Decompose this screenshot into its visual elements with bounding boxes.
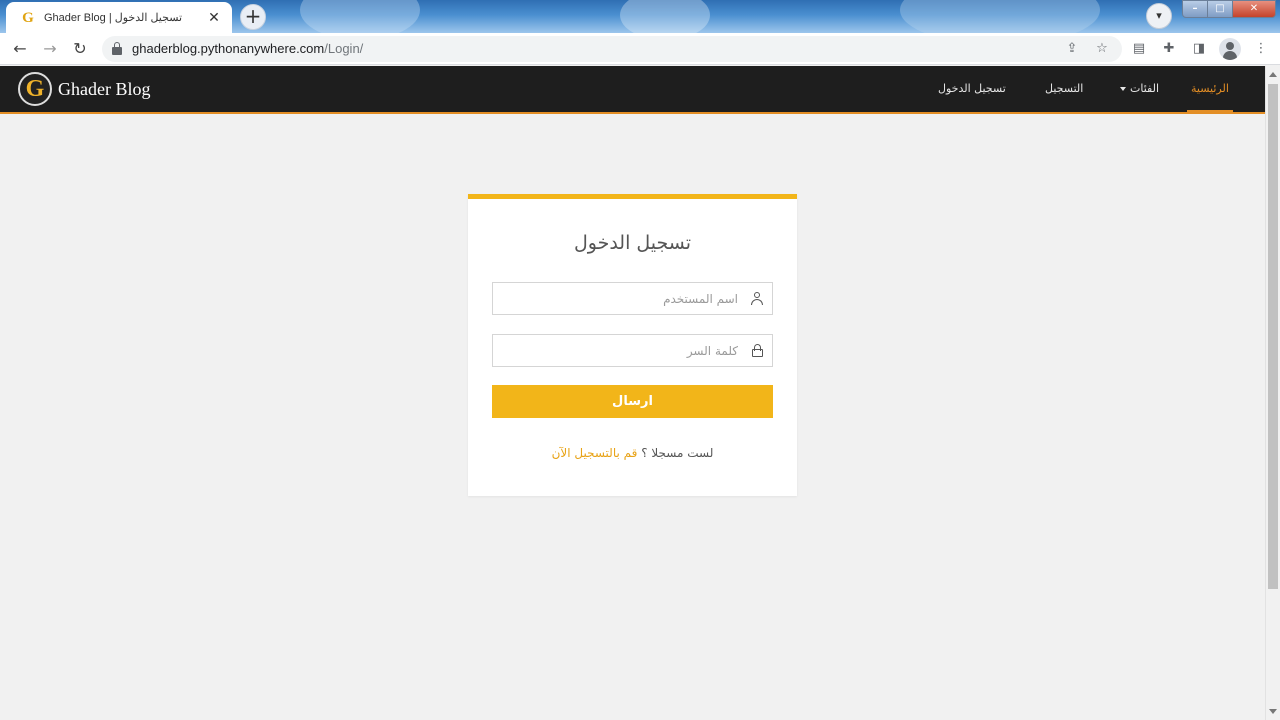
page-scrollbar[interactable] bbox=[1265, 66, 1280, 720]
browser-tab[interactable]: G Ghader Blog | تسجيل الدخول ✕ bbox=[6, 2, 232, 33]
nav-categories-dropdown[interactable]: الفئات bbox=[1120, 66, 1159, 112]
tab-title: Ghader Blog | تسجيل الدخول bbox=[44, 12, 183, 24]
nav-register[interactable]: التسجيل bbox=[1045, 66, 1083, 112]
logo-g-icon: G bbox=[18, 72, 52, 106]
share-icon[interactable]: ⇪ bbox=[1062, 40, 1082, 58]
submit-button[interactable]: ارسال bbox=[492, 385, 773, 418]
scroll-down-arrow-icon[interactable] bbox=[1269, 709, 1277, 714]
back-arrow-icon[interactable]: ← bbox=[8, 37, 32, 61]
new-tab-button[interactable]: + bbox=[240, 4, 266, 30]
register-now-link[interactable]: قم بالتسجيل الآن bbox=[552, 446, 638, 460]
close-tab-icon[interactable]: ✕ bbox=[206, 10, 222, 26]
register-prompt-text: لست مسجلا ؟ bbox=[641, 446, 714, 460]
user-icon bbox=[751, 292, 763, 305]
nav-categories-label: الفئات bbox=[1130, 82, 1159, 95]
site-navbar: G Ghader Blog تسجيل الدخول التسجيل الفئا… bbox=[0, 66, 1265, 114]
login-card: تسجيل الدخول ارسال لست مسجلا ؟ قم بالتسج… bbox=[468, 194, 797, 496]
password-input[interactable] bbox=[498, 335, 738, 366]
menu-kebab-icon[interactable]: ⋮ bbox=[1250, 38, 1272, 60]
caret-down-icon bbox=[1120, 87, 1126, 91]
reload-icon[interactable]: ↻ bbox=[68, 37, 92, 61]
reading-list-icon[interactable]: ▤ bbox=[1128, 38, 1150, 60]
nav-home[interactable]: الرئيسية bbox=[1187, 66, 1233, 112]
username-field[interactable] bbox=[492, 282, 773, 315]
browser-toolbar: ← → ↻ ghaderblog.pythonanywhere.com/Logi… bbox=[0, 33, 1280, 65]
favicon-icon: G bbox=[22, 9, 34, 26]
lock-icon[interactable] bbox=[112, 42, 122, 56]
username-input[interactable] bbox=[498, 283, 738, 314]
window-close-button[interactable]: ✕ bbox=[1232, 0, 1276, 18]
url-text[interactable]: ghaderblog.pythonanywhere.com/Login/ bbox=[132, 41, 363, 56]
scroll-thumb[interactable] bbox=[1268, 84, 1278, 589]
site-logo[interactable]: G Ghader Blog bbox=[18, 72, 150, 106]
scroll-up-arrow-icon[interactable] bbox=[1269, 72, 1277, 77]
extensions-puzzle-icon[interactable]: ✚ bbox=[1158, 38, 1180, 60]
nav-login[interactable]: تسجيل الدخول bbox=[938, 66, 1006, 112]
browser-tab-strip: G Ghader Blog | تسجيل الدخول ✕ + ▾ – □ ✕ bbox=[0, 0, 1280, 33]
bookmark-star-icon[interactable]: ☆ bbox=[1092, 40, 1112, 58]
profile-avatar-icon[interactable] bbox=[1219, 38, 1241, 60]
logo-text: Ghader Blog bbox=[58, 78, 151, 99]
forward-arrow-icon[interactable]: → bbox=[38, 37, 62, 61]
side-panel-icon[interactable]: ◨ bbox=[1188, 38, 1210, 60]
window-maximize-button[interactable]: □ bbox=[1207, 0, 1233, 18]
tab-search-chevron-icon[interactable]: ▾ bbox=[1146, 3, 1172, 29]
lock-icon bbox=[752, 344, 763, 357]
register-prompt-line: لست مسجلا ؟ قم بالتسجيل الآن bbox=[468, 446, 797, 460]
login-title: تسجيل الدخول bbox=[573, 232, 692, 254]
address-bar[interactable]: ghaderblog.pythonanywhere.com/Login/ ⇪ ☆ bbox=[102, 36, 1122, 62]
password-field[interactable] bbox=[492, 334, 773, 367]
window-minimize-button[interactable]: – bbox=[1182, 0, 1208, 18]
